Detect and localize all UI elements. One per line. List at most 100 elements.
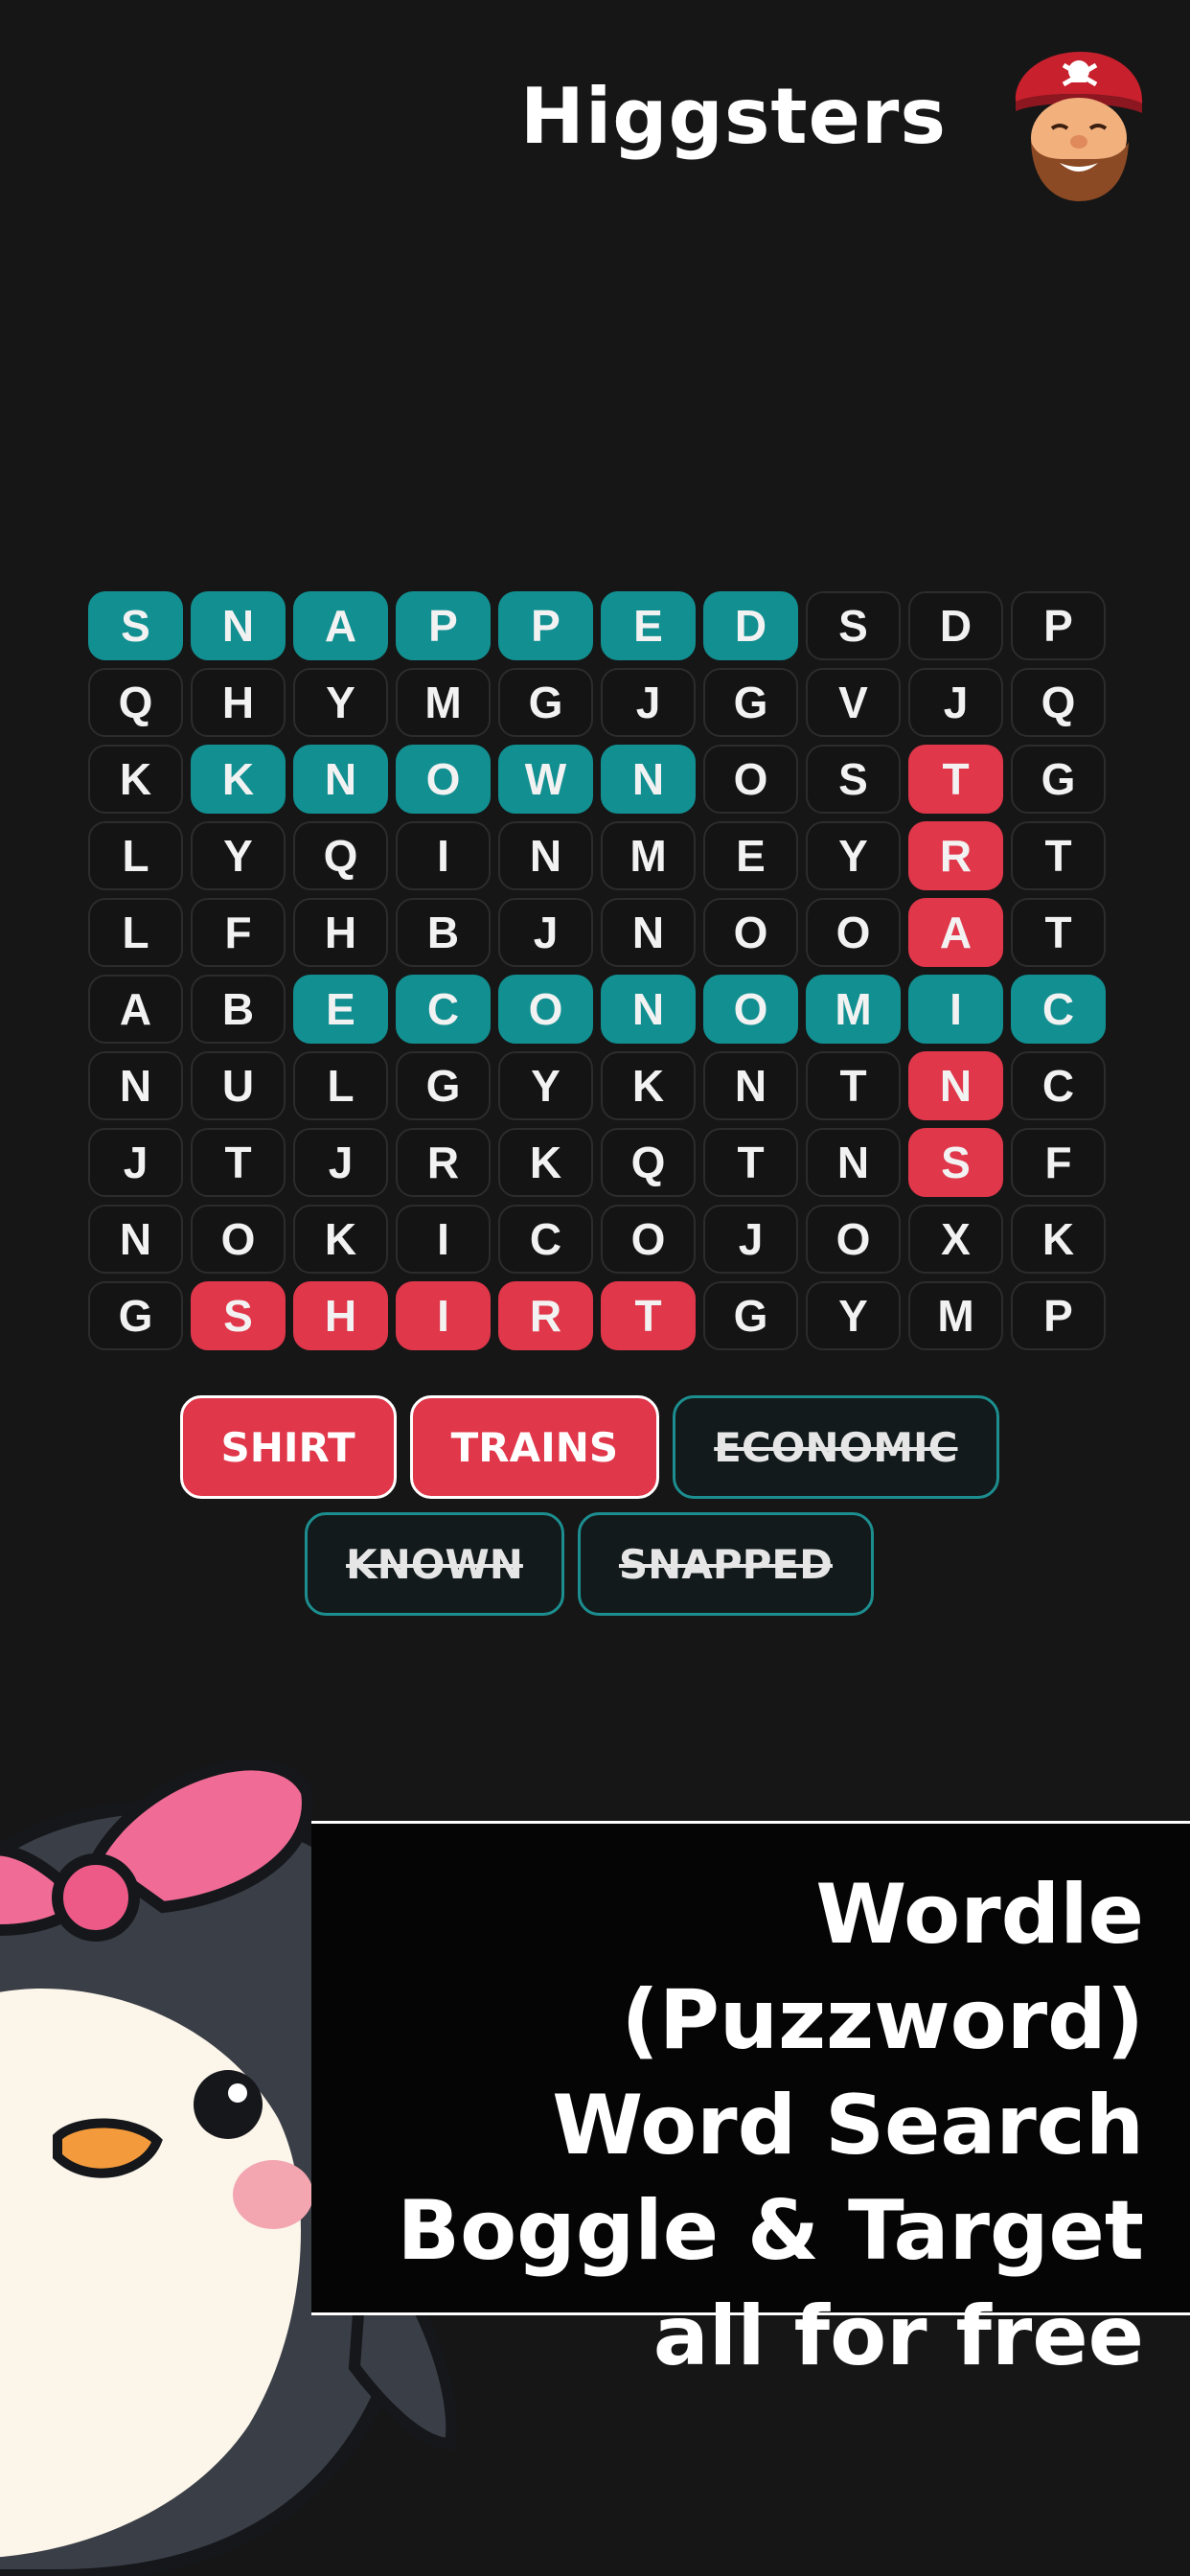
grid-cell[interactable]: R	[498, 1281, 593, 1350]
grid-cell[interactable]: E	[293, 975, 388, 1044]
grid-cell[interactable]: G	[396, 1051, 491, 1120]
grid-cell[interactable]: L	[88, 821, 183, 890]
word-chip-economic[interactable]: ECONOMIC	[673, 1395, 999, 1499]
grid-cell[interactable]: Y	[806, 821, 901, 890]
grid-cell[interactable]: N	[908, 1051, 1003, 1120]
word-chip-shirt[interactable]: SHIRT	[179, 1395, 397, 1499]
grid-cell[interactable]: O	[498, 975, 593, 1044]
grid-cell[interactable]: N	[191, 591, 286, 660]
grid-cell[interactable]: E	[601, 591, 696, 660]
grid-cell[interactable]: A	[293, 591, 388, 660]
grid-cell[interactable]: O	[703, 745, 798, 814]
grid-cell[interactable]: S	[806, 745, 901, 814]
grid-cell[interactable]: O	[806, 898, 901, 967]
grid-cell[interactable]: Y	[293, 668, 388, 737]
grid-cell[interactable]: F	[191, 898, 286, 967]
grid-cell[interactable]: O	[396, 745, 491, 814]
grid-cell[interactable]: N	[293, 745, 388, 814]
grid-cell[interactable]: J	[88, 1128, 183, 1197]
grid-cell[interactable]: I	[396, 1205, 491, 1274]
grid-cell[interactable]: B	[191, 975, 286, 1044]
grid-cell[interactable]: P	[498, 591, 593, 660]
grid-cell[interactable]: B	[396, 898, 491, 967]
grid-cell[interactable]: Y	[498, 1051, 593, 1120]
grid-cell[interactable]: S	[88, 591, 183, 660]
grid-cell[interactable]: X	[908, 1205, 1003, 1274]
grid-cell[interactable]: K	[88, 745, 183, 814]
grid-cell[interactable]: N	[601, 745, 696, 814]
grid-cell[interactable]: H	[293, 898, 388, 967]
grid-cell[interactable]: Q	[1011, 668, 1106, 737]
grid-cell[interactable]: Q	[88, 668, 183, 737]
grid-cell[interactable]: O	[806, 1205, 901, 1274]
word-chip-trains[interactable]: TRAINS	[409, 1395, 660, 1499]
grid-cell[interactable]: K	[1011, 1205, 1106, 1274]
grid-cell[interactable]: G	[703, 668, 798, 737]
grid-cell[interactable]: T	[191, 1128, 286, 1197]
grid-cell[interactable]: M	[396, 668, 491, 737]
word-chip-snapped[interactable]: SNAPPED	[577, 1512, 874, 1616]
grid-cell[interactable]: G	[498, 668, 593, 737]
grid-cell[interactable]: P	[1011, 1281, 1106, 1350]
grid-cell[interactable]: P	[1011, 591, 1106, 660]
grid-cell[interactable]: Q	[293, 821, 388, 890]
grid-cell[interactable]: G	[1011, 745, 1106, 814]
grid-cell[interactable]: C	[1011, 975, 1106, 1044]
grid-cell[interactable]: O	[191, 1205, 286, 1274]
grid-cell[interactable]: O	[703, 975, 798, 1044]
grid-cell[interactable]: O	[601, 1205, 696, 1274]
grid-cell[interactable]: V	[806, 668, 901, 737]
grid-cell[interactable]: T	[601, 1281, 696, 1350]
grid-cell[interactable]: M	[908, 1281, 1003, 1350]
grid-cell[interactable]: D	[908, 591, 1003, 660]
grid-cell[interactable]: N	[703, 1051, 798, 1120]
grid-cell[interactable]: N	[88, 1051, 183, 1120]
grid-cell[interactable]: Y	[191, 821, 286, 890]
grid-cell[interactable]: H	[191, 668, 286, 737]
grid-cell[interactable]: J	[601, 668, 696, 737]
grid-cell[interactable]: L	[88, 898, 183, 967]
grid-cell[interactable]: J	[703, 1205, 798, 1274]
grid-cell[interactable]: C	[396, 975, 491, 1044]
grid-cell[interactable]: R	[396, 1128, 491, 1197]
grid-cell[interactable]: T	[1011, 898, 1106, 967]
grid-cell[interactable]: J	[498, 898, 593, 967]
word-search-grid[interactable]: SNAPPEDSDPQHYMGJGVJQKKNOWNOSTGLYQINMEYRT…	[88, 591, 1106, 1350]
grid-cell[interactable]: A	[88, 975, 183, 1044]
grid-cell[interactable]: T	[908, 745, 1003, 814]
grid-cell[interactable]: S	[908, 1128, 1003, 1197]
grid-cell[interactable]: N	[498, 821, 593, 890]
grid-cell[interactable]: G	[88, 1281, 183, 1350]
grid-cell[interactable]: E	[703, 821, 798, 890]
grid-cell[interactable]: N	[806, 1128, 901, 1197]
grid-cell[interactable]: K	[498, 1128, 593, 1197]
grid-cell[interactable]: P	[396, 591, 491, 660]
grid-cell[interactable]: A	[908, 898, 1003, 967]
word-chip-known[interactable]: KNOWN	[305, 1512, 564, 1616]
grid-cell[interactable]: K	[293, 1205, 388, 1274]
grid-cell[interactable]: K	[601, 1051, 696, 1120]
grid-cell[interactable]: N	[88, 1205, 183, 1274]
grid-cell[interactable]: M	[601, 821, 696, 890]
grid-cell[interactable]: G	[703, 1281, 798, 1350]
grid-cell[interactable]: U	[191, 1051, 286, 1120]
grid-cell[interactable]: T	[703, 1128, 798, 1197]
grid-cell[interactable]: H	[293, 1281, 388, 1350]
grid-cell[interactable]: Q	[601, 1128, 696, 1197]
grid-cell[interactable]: S	[191, 1281, 286, 1350]
grid-cell[interactable]: J	[908, 668, 1003, 737]
grid-cell[interactable]: O	[703, 898, 798, 967]
grid-cell[interactable]: F	[1011, 1128, 1106, 1197]
grid-cell[interactable]: D	[703, 591, 798, 660]
grid-cell[interactable]: C	[498, 1205, 593, 1274]
grid-cell[interactable]: R	[908, 821, 1003, 890]
grid-cell[interactable]: I	[396, 1281, 491, 1350]
grid-cell[interactable]: S	[806, 591, 901, 660]
grid-cell[interactable]: I	[908, 975, 1003, 1044]
grid-cell[interactable]: N	[601, 898, 696, 967]
grid-cell[interactable]: L	[293, 1051, 388, 1120]
grid-cell[interactable]: T	[1011, 821, 1106, 890]
grid-cell[interactable]: K	[191, 745, 286, 814]
grid-cell[interactable]: I	[396, 821, 491, 890]
grid-cell[interactable]: J	[293, 1128, 388, 1197]
